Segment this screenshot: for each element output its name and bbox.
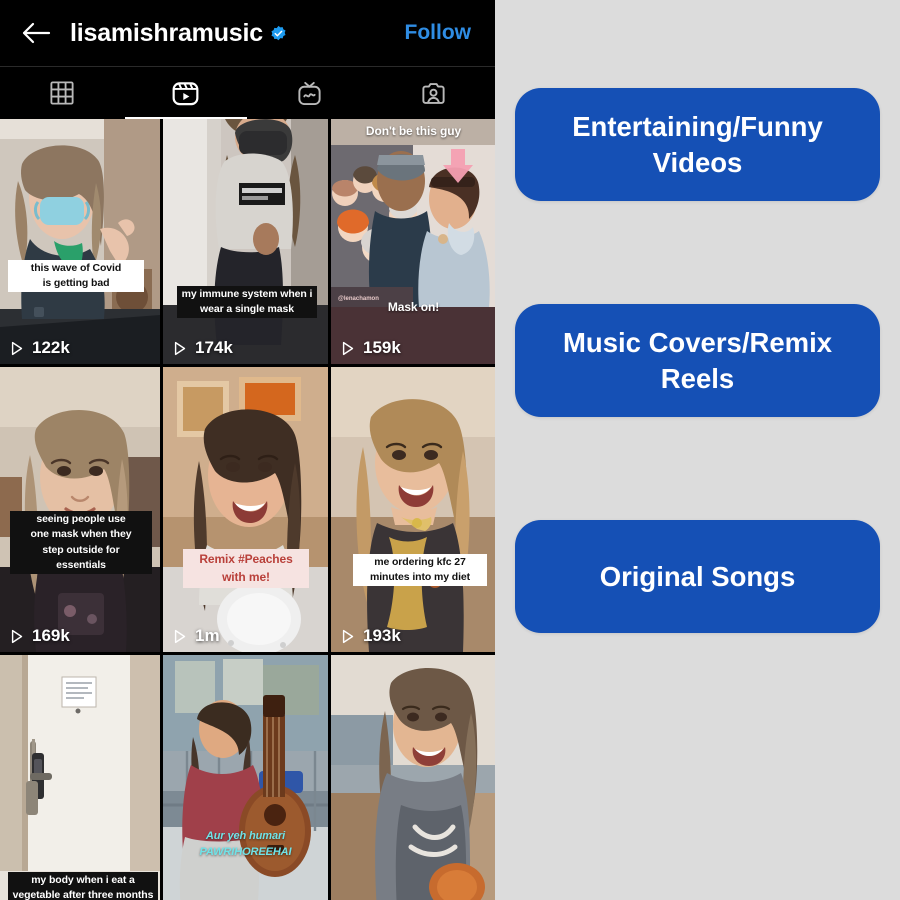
tagged-person-icon <box>422 82 445 104</box>
reel-thumbnail-image <box>0 367 160 652</box>
play-triangle-icon <box>174 629 186 643</box>
profile-tabbar <box>0 66 495 119</box>
reel-caption: me ordering kfc 27 minutes into my diet <box>353 553 487 586</box>
tab-reels[interactable] <box>124 67 248 119</box>
reel-caption: seeing people use one mask when they ste… <box>10 511 152 574</box>
reel-view-count: 1m <box>195 626 220 645</box>
plus-icon <box>655 208 740 299</box>
reels-grid: this wave of Covid is getting bad 122k m… <box>0 119 495 900</box>
plus-operator-1 <box>650 201 746 304</box>
reel-view-count-group: 122k <box>8 338 70 358</box>
reel-view-count-group: 1m <box>171 626 220 646</box>
tab-tagged[interactable] <box>371 67 495 119</box>
reel-thumbnail[interactable]: me ordering kfc 27 minutes into my diet … <box>331 367 495 652</box>
reel-caption: Remix #Peaches with me! <box>183 549 309 588</box>
reel-caption-top: Don't be this guy <box>365 124 462 138</box>
reel-thumbnail-image <box>331 655 495 900</box>
reel-view-count-group: 159k <box>339 338 401 358</box>
reel-view-count: 169k <box>32 626 70 645</box>
profile-header: lisamishramusic Follow <box>0 0 495 66</box>
content-formula-panel: Entertaining/Funny Videos Music Covers/R… <box>495 0 900 900</box>
play-triangle-icon <box>11 341 23 355</box>
play-triangle-icon <box>342 629 354 643</box>
plus-icon <box>655 424 740 515</box>
formula-item-music-covers[interactable]: Music Covers/Remix Reels <box>515 304 880 417</box>
page-root: lisamishramusic Follow this wave of Covi… <box>0 0 900 900</box>
profile-username-group: lisamishramusic <box>70 18 287 47</box>
play-triangle-icon <box>342 341 354 355</box>
reel-thumbnail-image <box>0 655 160 900</box>
tab-igtv[interactable] <box>248 67 372 119</box>
reel-thumbnail[interactable]: my immune system when i wear a single ma… <box>163 119 328 364</box>
igtv-icon <box>298 81 321 105</box>
reel-caption: this wave of Covid is getting bad <box>8 259 144 292</box>
reel-thumbnail[interactable]: seeing people use one mask when they ste… <box>0 367 160 652</box>
grid-icon <box>50 81 74 105</box>
follow-button[interactable]: Follow <box>399 20 480 46</box>
tab-grid[interactable] <box>0 67 124 119</box>
verified-badge-icon <box>271 25 286 40</box>
reel-thumbnail-image <box>163 655 328 900</box>
reels-icon <box>172 81 199 105</box>
reel-thumbnail-image <box>163 119 328 364</box>
reel-view-count: 193k <box>363 626 401 645</box>
reel-view-count: 174k <box>195 338 233 357</box>
reel-thumbnail[interactable] <box>331 655 495 900</box>
reel-view-count-group: 174k <box>171 338 233 358</box>
reel-view-count-group: 169k <box>8 626 70 646</box>
reel-caption: my immune system when i wear a single ma… <box>177 285 317 318</box>
reel-view-count: 122k <box>32 338 70 357</box>
back-arrow-icon[interactable] <box>16 13 56 53</box>
reel-thumbnail-image <box>0 119 160 364</box>
reel-view-count: 159k <box>363 338 401 357</box>
reel-thumbnail[interactable]: my body when i eat a vegetable after thr… <box>0 655 160 900</box>
play-triangle-icon <box>11 629 23 643</box>
plus-operator-2 <box>650 417 746 520</box>
reel-thumbnail[interactable]: Don't be this guy Mask on! @lenachamon 1… <box>331 119 495 364</box>
play-triangle-icon <box>174 341 186 355</box>
reel-thumbnail-image <box>163 367 328 652</box>
reel-caption-handle: @lenachamon <box>338 296 379 302</box>
formula-item-entertaining[interactable]: Entertaining/Funny Videos <box>515 88 880 201</box>
reel-thumbnail-image <box>331 367 495 652</box>
profile-username: lisamishramusic <box>70 18 263 47</box>
reel-thumbnail[interactable]: Remix #Peaches with me! 1m <box>163 367 328 652</box>
formula-item-original-songs[interactable]: Original Songs <box>515 520 880 633</box>
reel-thumbnail[interactable]: Aur yeh humari PAWRIHOREEHAI <box>163 655 328 900</box>
reel-caption: my body when i eat a vegetable after thr… <box>8 871 158 900</box>
instagram-profile-panel: lisamishramusic Follow this wave of Covi… <box>0 0 495 900</box>
reel-thumbnail[interactable]: this wave of Covid is getting bad 122k <box>0 119 160 364</box>
reel-thumbnail-image <box>331 119 495 364</box>
reel-caption: Aur yeh humari PAWRIHOREEHAI <box>199 830 292 859</box>
reel-view-count-group: 193k <box>339 626 401 646</box>
